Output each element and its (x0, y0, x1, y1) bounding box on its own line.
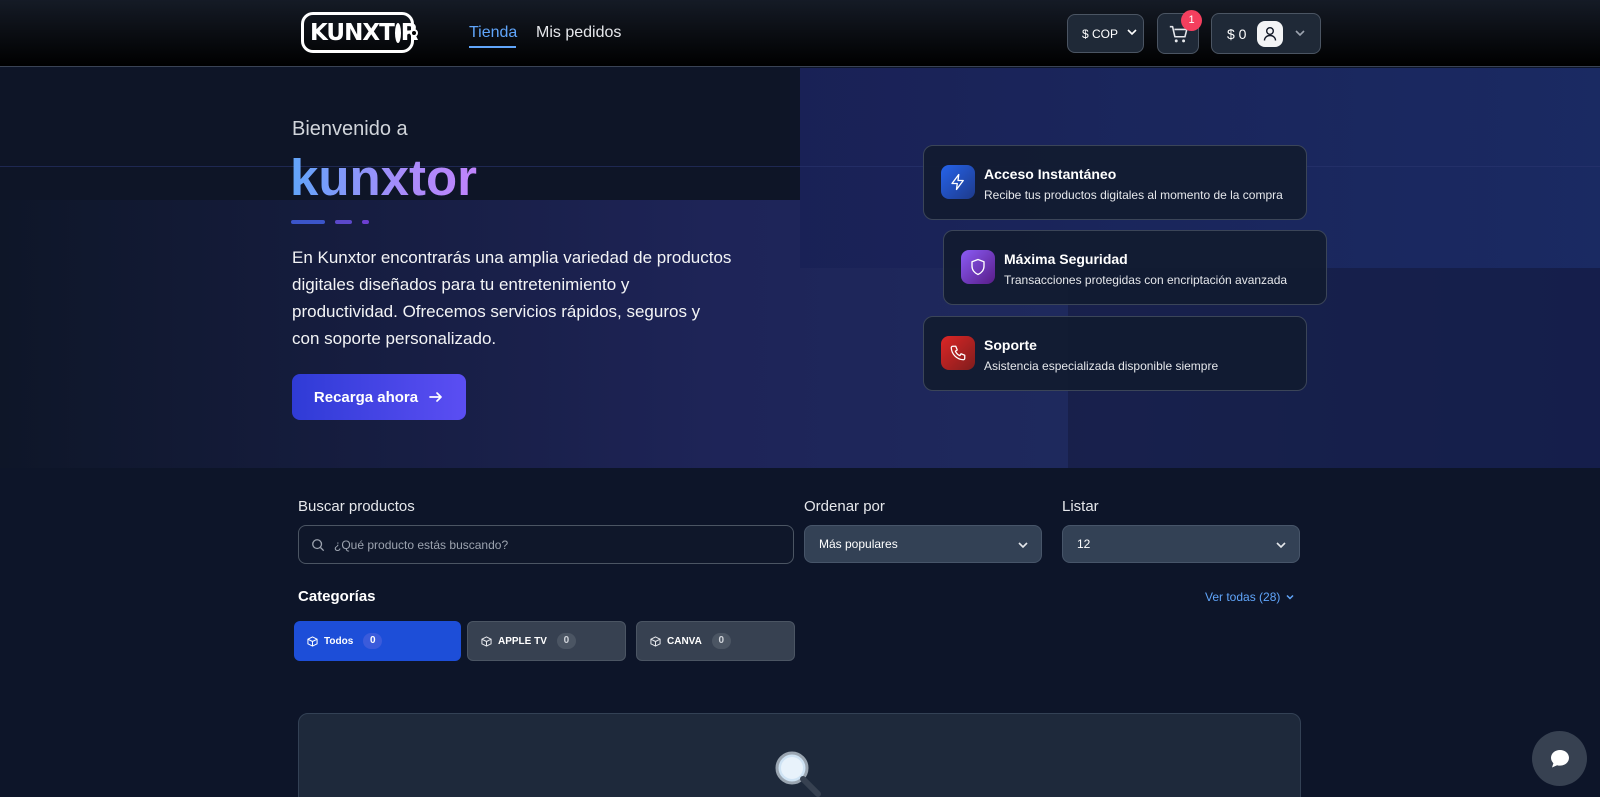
search-input[interactable] (334, 536, 774, 554)
feature-card-support: Soporte Asistencia especializada disponi… (923, 316, 1307, 391)
see-all-categories-link[interactable]: Ver todas (28) (1205, 590, 1295, 604)
search-field[interactable] (298, 525, 794, 564)
feature-subtitle: Asistencia especializada disponible siem… (984, 359, 1219, 373)
kunxtor-logo[interactable]: KUNXT R (301, 12, 418, 53)
decorative-dash (335, 220, 352, 224)
hero-divider (0, 166, 1600, 167)
page-size-value: 12 (1077, 537, 1091, 551)
currency-value: $ COP (1082, 26, 1119, 41)
recharge-now-button[interactable]: Recarga ahora (292, 374, 466, 420)
cart-count-badge: 1 (1181, 10, 1202, 31)
chevron-down-icon (1018, 542, 1028, 549)
sort-label: Ordenar por (804, 498, 885, 515)
see-all-label: Ver todas (28) (1205, 590, 1281, 604)
nav-tienda[interactable]: Tienda (469, 24, 517, 42)
list-label: Listar (1062, 498, 1099, 515)
category-count: 0 (363, 633, 383, 649)
feature-title: Acceso Instantáneo (984, 166, 1117, 182)
decorative-dash (291, 220, 325, 224)
category-chip-apple-tv[interactable]: APPLE TV 0 (467, 621, 626, 661)
category-chip-canva[interactable]: CANVA 0 (636, 621, 795, 661)
shield-icon (961, 250, 995, 284)
phone-icon (941, 336, 975, 370)
chevron-down-icon (1276, 542, 1286, 549)
welcome-text: Bienvenido a (292, 118, 408, 140)
nav-mis-pedidos[interactable]: Mis pedidos (536, 24, 621, 42)
sort-select[interactable]: Más populares (804, 525, 1042, 563)
logo-dot (410, 29, 418, 37)
user-icon (1263, 26, 1277, 41)
top-navbar: KUNXT R Tienda Mis pedidos $ COP 1 $ 0 (0, 0, 1600, 67)
magnifier-icon (775, 751, 821, 797)
hero-description: En Kunxtor encontrarás una amplia varied… (292, 248, 732, 348)
cube-icon (307, 635, 318, 647)
chat-button[interactable] (1532, 731, 1587, 786)
chevron-down-icon (1295, 30, 1305, 37)
categories-title: Categorías (298, 588, 376, 605)
cube-icon (650, 635, 661, 647)
feature-subtitle: Recibe tus productos digitales al moment… (984, 188, 1283, 202)
category-chip-todos[interactable]: Todos 0 (294, 621, 461, 661)
avatar (1257, 21, 1283, 47)
chat-bubble-icon (1550, 749, 1569, 767)
sort-value: Más populares (819, 537, 898, 551)
caret-down-icon (1127, 29, 1137, 36)
category-count: 0 (556, 633, 576, 649)
chevron-down-icon (1286, 594, 1294, 600)
lightning-icon (941, 165, 975, 199)
arrow-right-icon (429, 392, 442, 402)
feature-card-instant-access: Acceso Instantáneo Recibe tus productos … (923, 145, 1307, 220)
logo-text: KUNXT (310, 19, 395, 46)
balance-text: $ 0 (1227, 26, 1247, 42)
search-label: Buscar productos (298, 498, 415, 515)
brand-title: kunxtor (290, 149, 478, 206)
feature-title: Máxima Seguridad (1004, 251, 1128, 267)
active-nav-indicator (469, 46, 516, 48)
feature-subtitle: Transacciones protegidas con encriptació… (1004, 273, 1288, 287)
category-label: APPLE TV (498, 635, 547, 647)
category-label: Todos (324, 635, 354, 647)
feature-card-security: Máxima Seguridad Transacciones protegida… (943, 230, 1327, 305)
cta-label: Recarga ahora (313, 388, 419, 406)
currency-select[interactable]: $ COP (1067, 14, 1144, 53)
page-size-select[interactable]: 12 (1062, 525, 1300, 563)
decorative-dash (362, 220, 369, 224)
hero-section (0, 68, 1600, 468)
category-label: CANVA (667, 635, 702, 647)
feature-title: Soporte (984, 337, 1037, 353)
search-icon (312, 539, 325, 552)
play-icon (394, 22, 410, 43)
cube-icon (481, 635, 492, 647)
category-count: 0 (711, 633, 731, 649)
